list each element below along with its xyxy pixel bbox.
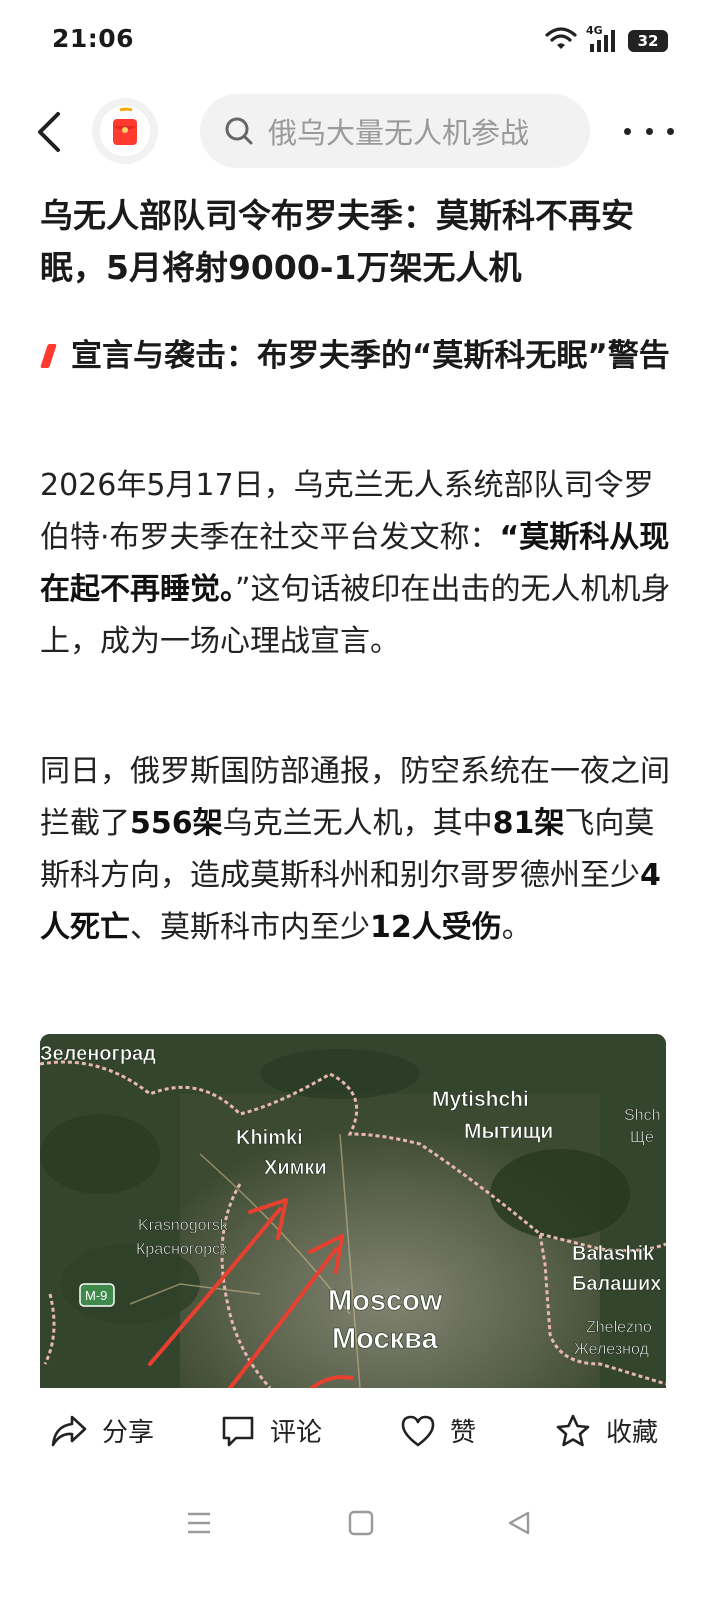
comment-label: 评论 [270, 1418, 323, 1448]
system-navigation-bar [0, 1490, 720, 1560]
article-map-image[interactable]: Зеленоград Mytishchi Мытищи Shch Щё Khim… [40, 1034, 666, 1388]
bold-number: 81架 [492, 806, 565, 841]
map-label-krasnogorsk-ru: Красногорск [136, 1241, 228, 1258]
map-label-shch-en: Shch [624, 1107, 660, 1124]
favorite-label: 收藏 [606, 1418, 659, 1448]
favorite-button[interactable]: 收藏 [554, 1412, 658, 1449]
dot-icon [667, 127, 674, 135]
red-slash-icon [40, 344, 57, 368]
status-time: 21:06 [52, 24, 135, 53]
chevron-left-icon [38, 112, 60, 152]
map-label-moscow-ru: Москва [332, 1323, 439, 1355]
article-paragraph-2: 同日，俄罗斯国防部通报，防空系统在一夜之间拦截了556架乌克兰无人机，其中81架… [40, 746, 680, 954]
menu-icon [188, 1512, 210, 1534]
comment-icon [222, 1416, 254, 1446]
dot-icon [624, 127, 631, 135]
status-bar: 21:06 4G 32 [0, 0, 720, 80]
map-label-khimki-en: Khimki [236, 1127, 303, 1149]
search-bar[interactable]: 俄乌大量无人机参战 [200, 94, 590, 168]
bold-number: 12人受伤 [370, 910, 502, 945]
menu-nav-button[interactable] [186, 1510, 212, 1540]
star-icon [556, 1414, 590, 1446]
map-label-road: M-9 [85, 1288, 107, 1303]
cellular-signal-icon: 4G [586, 24, 620, 54]
battery-indicator: 32 [628, 30, 668, 52]
map-label-shch-ru: Щё [630, 1129, 654, 1146]
like-label: 赞 [450, 1418, 477, 1448]
map-label-zelenograd: Зеленоград [40, 1043, 156, 1065]
share-icon [51, 1415, 87, 1446]
article-paragraph-1: 2026年5月17日，乌克兰无人系统部队司令罗伯特·布罗夫季在社交平台发文称：“… [40, 460, 680, 668]
section-heading: 宣言与袭击：布罗夫季的“莫斯科无眠”警告 [40, 330, 680, 382]
share-button[interactable]: 分享 [50, 1412, 154, 1449]
map-label-zhelezno-en: Zhelezno [586, 1319, 652, 1336]
search-icon [225, 117, 253, 145]
home-nav-button[interactable] [348, 1510, 374, 1540]
section-heading-text: 宣言与袭击：布罗夫季的“莫斯科无眠”警告 [71, 338, 670, 374]
square-home-icon [348, 1510, 374, 1536]
map-label-mytishchi-ru: Мытищи [464, 1120, 553, 1143]
back-button[interactable] [30, 110, 70, 154]
map-label-moscow-en: Moscow [328, 1285, 443, 1317]
triangle-back-icon [508, 1511, 530, 1535]
text-run: 乌克兰无人机，其中 [222, 806, 493, 841]
more-options-button[interactable] [624, 122, 674, 140]
like-button[interactable]: 赞 [400, 1412, 476, 1449]
map-label-balashikha-en: Balashik [572, 1243, 655, 1265]
comment-button[interactable]: 评论 [220, 1412, 322, 1449]
map-label-krasnogorsk-en: Krasnogorsk [138, 1217, 229, 1234]
back-nav-button[interactable] [506, 1510, 532, 1540]
bold-number: 556架 [130, 806, 223, 841]
map-label-balashikha-ru: Балаших [572, 1273, 661, 1295]
search-placeholder: 俄乌大量无人机参战 [268, 116, 530, 150]
map-label-khimki-ru: Химки [264, 1157, 327, 1179]
top-nav-bar: 俄乌大量无人机参战 [0, 92, 720, 172]
dot-icon [645, 127, 653, 135]
satellite-map: Зеленоград Mytishchi Мытищи Shch Щё Khim… [40, 1034, 666, 1388]
wifi-icon [544, 26, 578, 56]
map-label-mytishchi-en: Mytishchi [432, 1088, 529, 1111]
map-label-zhelezno-ru: Железнод [574, 1341, 650, 1358]
heart-icon [401, 1415, 435, 1446]
status-icons: 4G 32 [544, 24, 668, 56]
share-label: 分享 [102, 1418, 155, 1448]
text-run: 。 [501, 910, 532, 945]
text-run: 、莫斯科市内至少 [130, 910, 370, 945]
app-logo[interactable] [92, 98, 158, 164]
article-title: 乌无人部队司令布罗夫季：莫斯科不再安眠，5月将射9000-1万架无人机 [40, 196, 634, 287]
article-action-bar: 分享 评论 赞 收藏 [0, 1396, 720, 1472]
red-envelope-logo-icon [98, 104, 152, 158]
